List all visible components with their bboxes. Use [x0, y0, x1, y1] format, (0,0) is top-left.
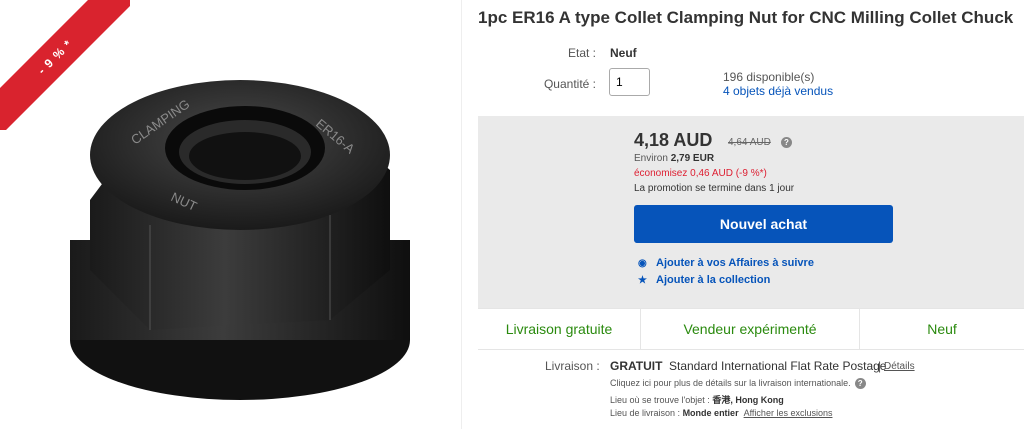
sold-count-link[interactable]: 4 objets déjà vendus	[723, 84, 833, 98]
shipping-free: GRATUIT	[610, 359, 663, 373]
exclusions-link[interactable]: Afficher les exclusions	[744, 408, 833, 418]
product-image-panel[interactable]: - 9 % * CLAMPING ER16-A NUT	[0, 0, 462, 429]
watch-link-label: Ajouter à vos Affaires à suivre	[656, 257, 814, 269]
buy-now-button[interactable]: Nouvel achat	[634, 205, 893, 243]
savings-text: économisez 0,46 AUD (-9 %*)	[634, 168, 767, 179]
approx-value: 2,79 EUR	[670, 153, 715, 164]
shipping-label: Livraison :	[545, 359, 600, 373]
quantity-label: Quantité :	[543, 77, 596, 91]
item-location-value: 香港, Hong Kong	[712, 395, 784, 405]
quantity-input[interactable]	[609, 68, 650, 96]
shipping-more-info[interactable]: Cliquez ici pour plus de détails sur la …	[610, 378, 866, 390]
collection-link[interactable]: ★ Ajouter à la collection	[638, 274, 770, 286]
ship-to: Lieu de livraison : Monde entier Affiche…	[610, 408, 832, 418]
current-price: 4,18 AUD	[634, 130, 713, 150]
ship-to-value: Monde entier	[682, 408, 739, 418]
approx-price: Environ 2,79 EUR	[634, 153, 714, 164]
help-icon[interactable]: ?	[854, 378, 866, 390]
star-icon: ★	[638, 275, 647, 286]
shipping-separator: |	[878, 359, 882, 373]
promo-text: La promotion se termine dans 1 jour	[634, 183, 795, 194]
available-count: 196 disponible(s)	[723, 70, 815, 84]
badge-free-shipping: Livraison gratuite	[505, 321, 613, 337]
help-icon[interactable]: ?	[781, 137, 792, 148]
ship-to-label: Lieu de livraison :	[610, 408, 681, 418]
watch-link[interactable]: ◉ Ajouter à vos Affaires à suivre	[638, 257, 814, 269]
shipping-service: Standard International Flat Rate Postage	[669, 359, 887, 373]
badge-new: Neuf	[927, 321, 957, 337]
original-price: 4,64 AUD	[728, 137, 771, 148]
collection-link-label: Ajouter à la collection	[656, 274, 771, 286]
product-title: 1pc ER16 A type Collet Clamping Nut for …	[478, 8, 1014, 27]
product-image: CLAMPING ER16-A NUT	[70, 80, 410, 400]
badge-experienced-seller: Vendeur expérimenté	[683, 321, 817, 337]
listing-details: 1pc ER16 A type Collet Clamping Nut for …	[470, 0, 1024, 429]
feature-badges: Livraison gratuite Vendeur expérimenté N…	[478, 308, 1024, 350]
condition-label: Etat :	[567, 46, 596, 60]
item-location: Lieu où se trouve l'objet : 香港, Hong Kon…	[610, 393, 784, 406]
item-location-label: Lieu où se trouve l'objet :	[610, 395, 710, 405]
shipping-details-link[interactable]: Détails	[884, 361, 915, 372]
shipping-more-info-text: Cliquez ici pour plus de détails sur la …	[610, 378, 851, 388]
condition-value: Neuf	[610, 46, 637, 60]
eye-icon: ◉	[638, 258, 647, 269]
approx-prefix: Environ	[634, 153, 668, 164]
price-box: 4,18 AUD 4,64 AUD ? Environ 2,79 EUR éco…	[478, 116, 1024, 308]
